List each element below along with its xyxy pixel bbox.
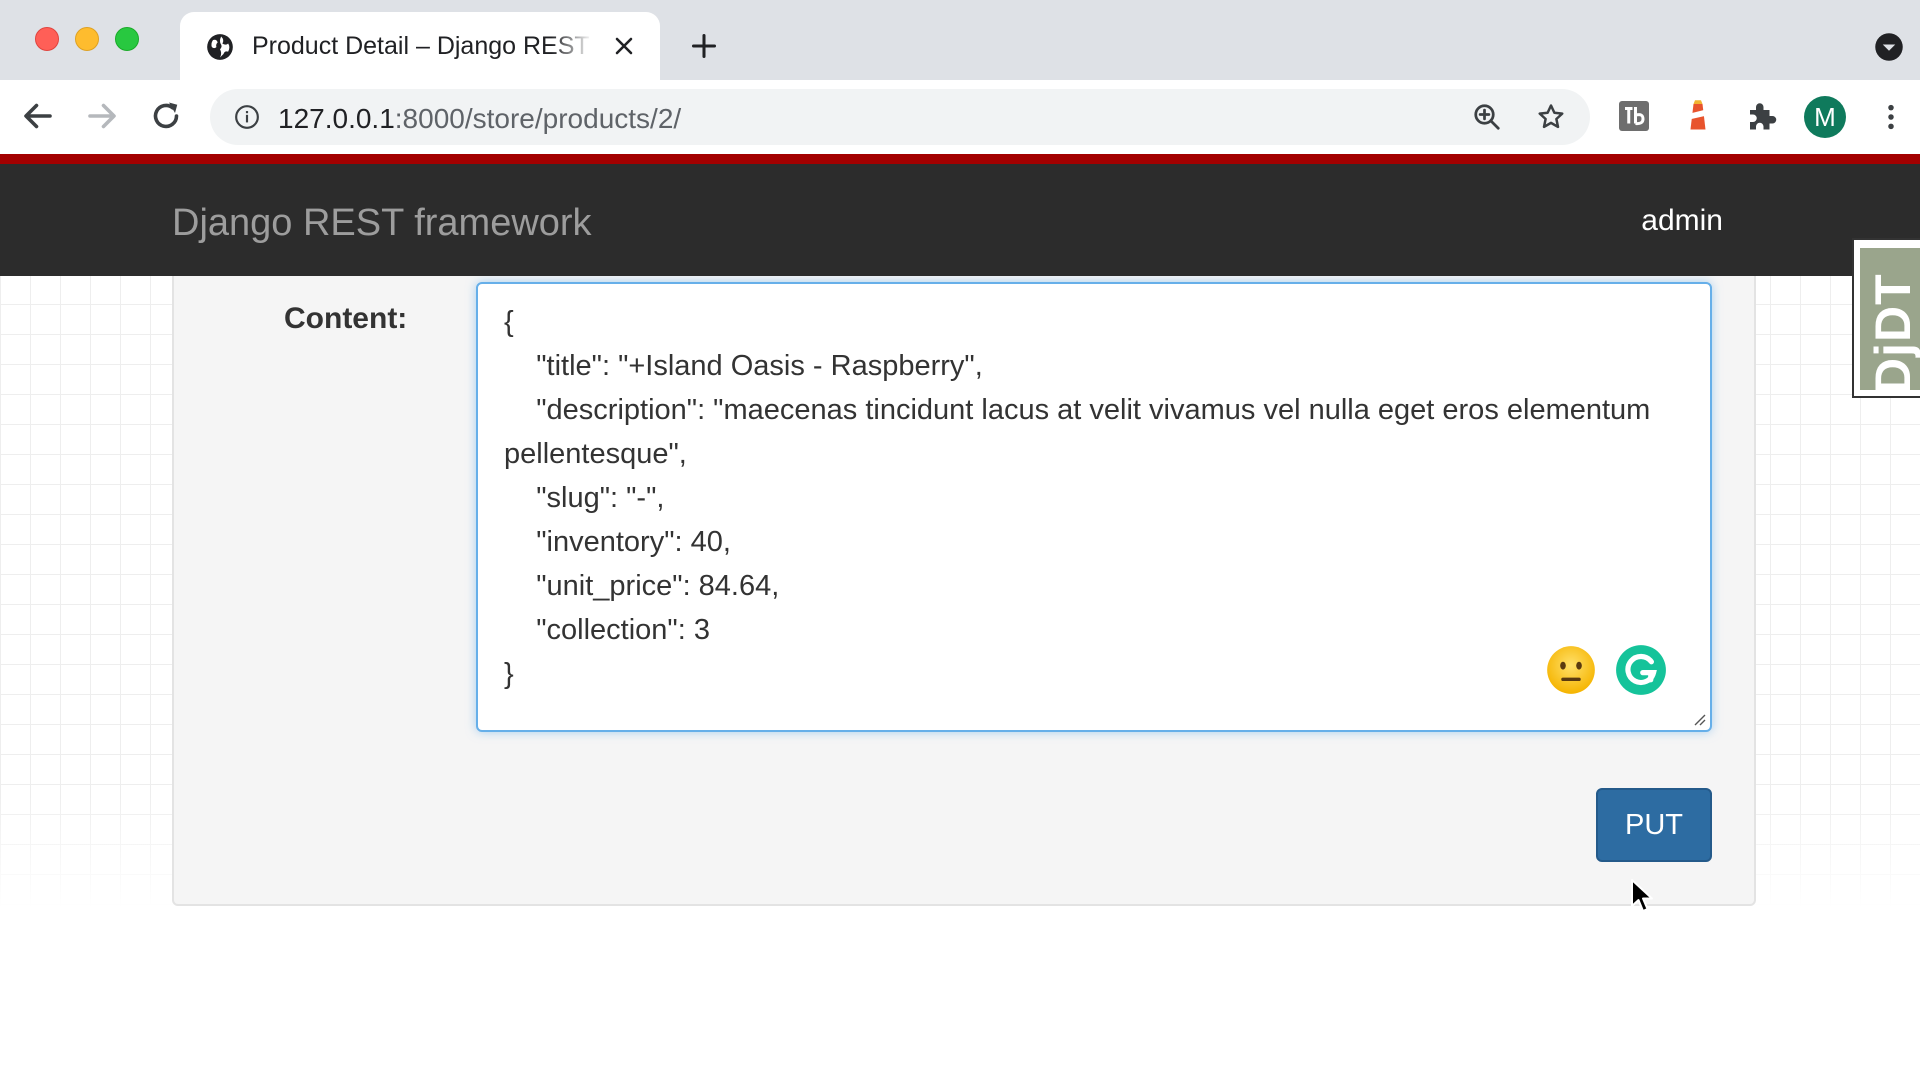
globe-icon [207,34,233,60]
lighthouse-extension-icon[interactable] [1680,98,1716,134]
browser-toolbar: 127.0.0.1:8000/store/products/2/ M [0,80,1920,154]
grammarly-icon[interactable] [1615,644,1667,696]
django-debug-toolbar-handle[interactable]: DjDT [1852,238,1920,398]
content-textarea[interactable]: { "title": "+Island Oasis - Raspberry", … [476,282,1712,732]
content-label: Content: [284,302,408,335]
puzzle-extensions-icon[interactable] [1744,98,1780,134]
resize-grip-icon[interactable] [1690,710,1706,726]
forward-arrow-icon[interactable] [84,98,120,134]
info-icon[interactable] [234,104,260,130]
browser-tab-active[interactable]: Product Detail – Django REST framework [180,12,660,80]
djdt-label: DjDT [1865,273,1920,390]
back-arrow-icon[interactable] [20,98,56,134]
url-text: 127.0.0.1:8000/store/products/2/ [278,103,681,135]
djdt-logo: DjDT [1860,248,1920,390]
mouse-cursor-icon [1631,879,1653,912]
accent-stripe [0,154,1920,164]
top-navbar: Django REST framework admin [0,164,1920,276]
zoom-in-icon[interactable] [1472,102,1502,132]
user-menu[interactable]: admin [1641,204,1723,238]
put-button[interactable]: PUT [1596,788,1712,862]
address-bar[interactable]: 127.0.0.1:8000/store/products/2/ [210,89,1590,145]
window-close-button[interactable] [35,27,59,51]
page-viewport: Django REST framework admin Content: { "… [0,154,1920,1080]
close-icon[interactable] [612,34,636,58]
url-host: 127.0.0.1 [278,103,395,134]
brand-link[interactable]: Django REST framework [172,202,592,245]
tab-title: Product Detail – Django REST framework [252,32,592,60]
tab-search-chevron-icon[interactable] [1874,32,1904,62]
star-icon[interactable] [1536,102,1566,132]
reload-icon[interactable] [148,98,184,134]
window-minimize-button[interactable] [75,27,99,51]
url-path: :8000/store/products/2/ [394,103,682,134]
browser-tab-strip: Product Detail – Django REST framework [0,0,1920,80]
profile-avatar[interactable]: M [1804,96,1846,138]
window-zoom-button[interactable] [115,27,139,51]
tb-extension-icon[interactable] [1616,98,1652,134]
plus-icon[interactable] [690,32,718,60]
content-text[interactable]: { "title": "+Island Oasis - Raspberry", … [504,300,1654,696]
neutral-face-emoji-icon[interactable] [1545,644,1597,696]
three-dots-menu-icon[interactable] [1876,100,1906,134]
